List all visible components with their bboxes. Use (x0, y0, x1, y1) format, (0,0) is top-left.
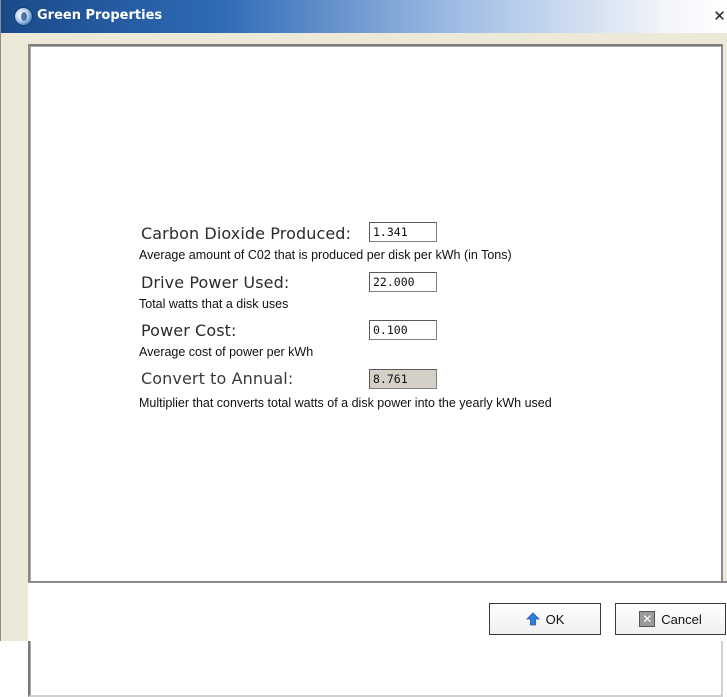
ok-button[interactable]: OK (489, 603, 601, 635)
power-cost-label: Power Cost: (141, 321, 237, 340)
window-title: Green Properties (37, 8, 163, 23)
close-icon[interactable]: ✕ (711, 7, 727, 25)
power-cost-description: Average cost of power per kWh (139, 345, 314, 359)
title-bar[interactable]: Green Properties ✕ (1, 0, 727, 33)
convert-annual-description: Multiplier that converts total watts of … (139, 396, 552, 410)
ok-label: OK (545, 611, 565, 627)
app-logo-icon (15, 8, 32, 25)
carbon-dioxide-description: Average amount of C02 that is produced p… (139, 248, 512, 262)
cancel-x-icon: ✕ (639, 611, 656, 627)
convert-annual-value: 8.761 (369, 369, 437, 389)
cancel-button[interactable]: ✕ Cancel (615, 603, 726, 635)
up-arrow-icon (525, 612, 540, 626)
panel-border-bottom (28, 581, 727, 583)
panel-border-right (721, 44, 723, 583)
drive-power-description: Total watts that a disk uses (139, 297, 289, 311)
green-properties-window: Green Properties ✕ Carbon Dioxide Produc… (0, 0, 727, 697)
power-cost-input[interactable]: 0.100 (369, 320, 437, 340)
carbon-dioxide-input[interactable]: 1.341 (369, 222, 437, 242)
drive-power-label: Drive Power Used: (141, 273, 290, 292)
cancel-label: Cancel (661, 611, 702, 627)
convert-annual-label: Convert to Annual: (141, 369, 294, 388)
drive-power-input[interactable]: 22.000 (369, 272, 437, 292)
carbon-dioxide-label: Carbon Dioxide Produced: (141, 224, 352, 243)
panel-border-left (28, 44, 30, 583)
